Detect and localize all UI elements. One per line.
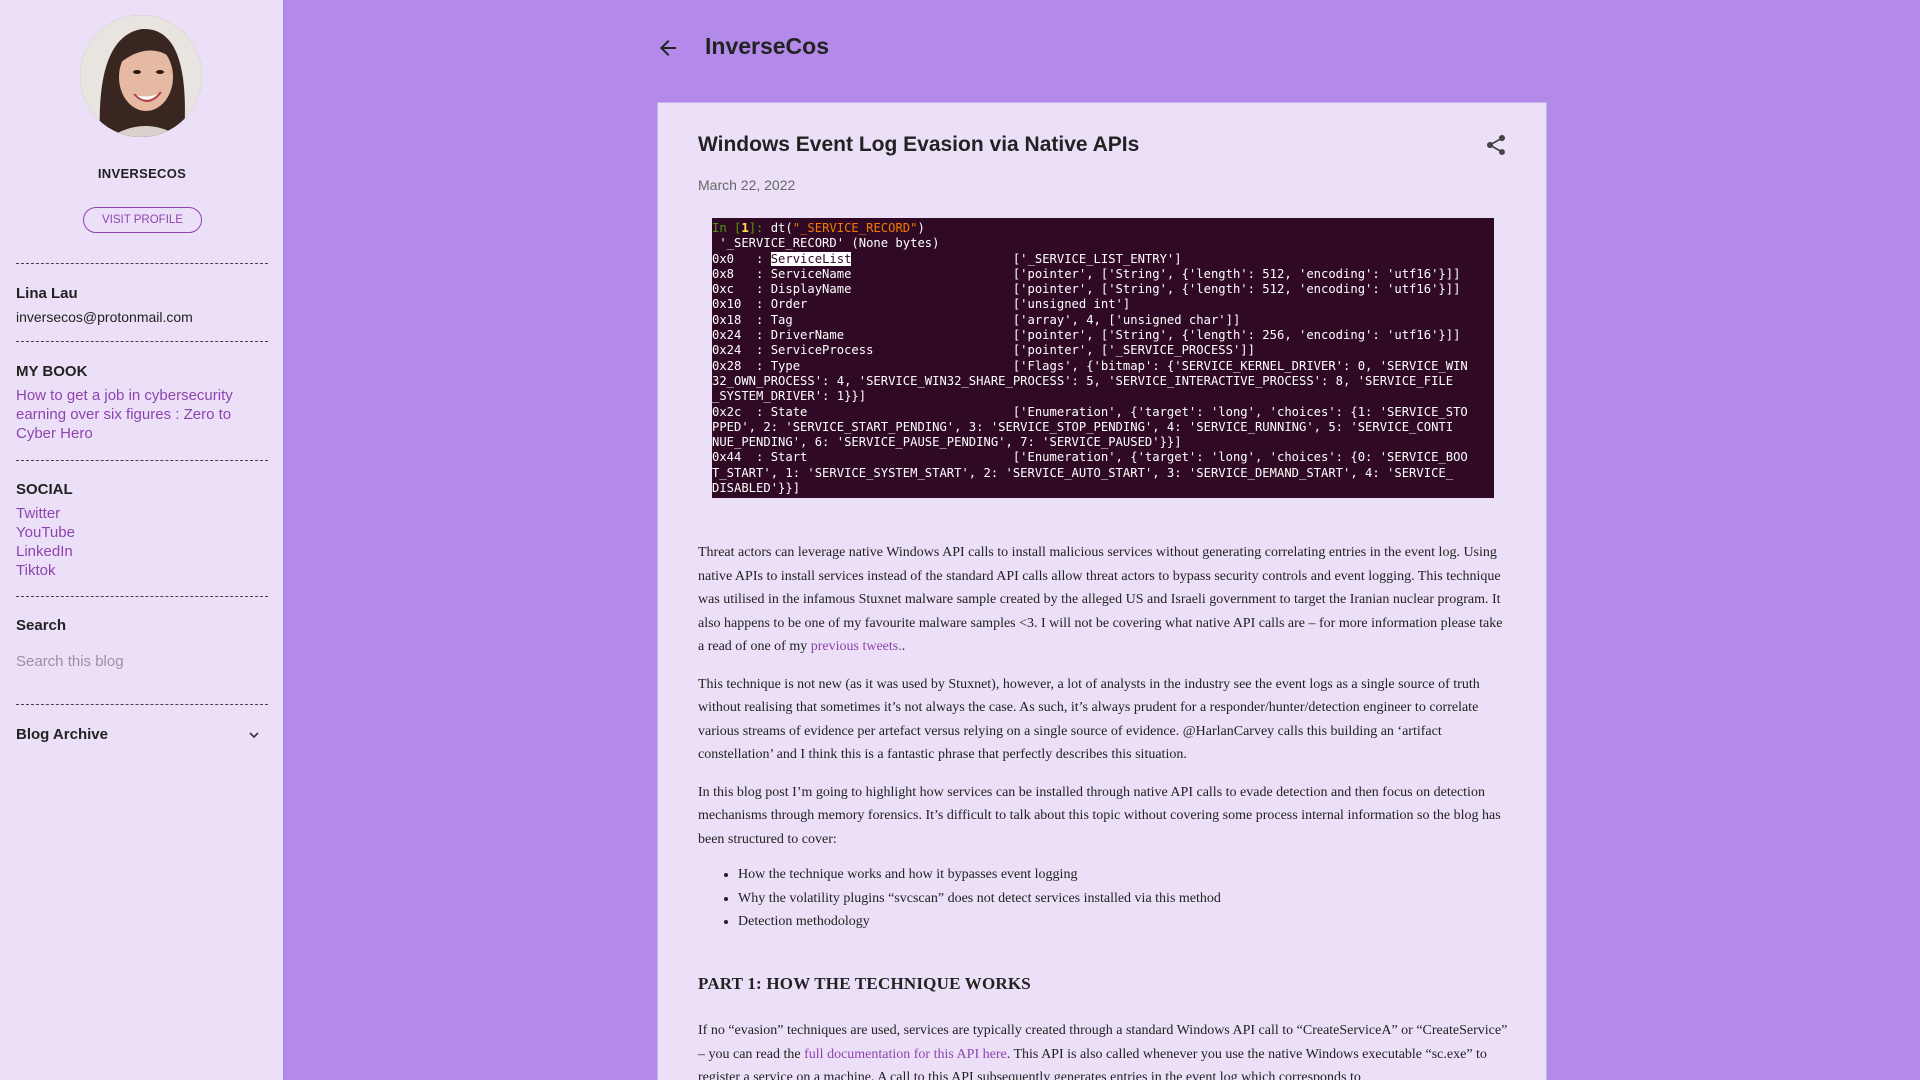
paragraph: This technique is not new (as it was use… <box>698 676 1480 763</box>
command-arg: "_SERVICE_RECORD" <box>792 221 918 235</box>
prompt-in: In [ <box>712 221 742 235</box>
divider <box>16 704 268 705</box>
terminal-line: NUE_PENDING', 6: 'SERVICE_PAUSE_PENDING'… <box>712 435 1182 450</box>
row-prefix: 0x0 : <box>712 251 771 266</box>
book-link[interactable]: How to get a job in cybersecurity earnin… <box>16 386 268 443</box>
post-card: Windows Event Log Evasion via Native API… <box>657 102 1547 1080</box>
post-title: Windows Event Log Evasion via Native API… <box>698 133 1140 156</box>
my-book-section: MY BOOK How to get a job in cybersecurit… <box>16 362 268 443</box>
youtube-link[interactable]: YouTube <box>16 523 268 542</box>
terminal-line: In [1]: dt("_SERVICE_RECORD") <box>712 221 1494 236</box>
terminal-line: DISABLED'}}] <box>712 481 801 496</box>
blog-archive-section[interactable]: Blog Archive <box>16 725 268 745</box>
terminal-line: 0x8 : ServiceName ['pointer', ['String',… <box>712 266 1461 281</box>
paragraph: Threat actors can leverage native Window… <box>698 541 1510 659</box>
terminal-line: 0x24 : ServiceProcess ['pointer', ['_SER… <box>712 343 1255 358</box>
terminal-line: 0x2c : State ['Enumeration', {'target': … <box>712 404 1468 419</box>
terminal-line: T_START', 1: 'SERVICE_SYSTEM_START', 2: … <box>712 465 1454 480</box>
terminal-line: 0x44 : Start ['Enumeration', {'target': … <box>712 450 1468 465</box>
profile-avatar[interactable] <box>80 15 202 137</box>
divider <box>16 263 268 264</box>
tiktok-link[interactable]: Tiktok <box>16 561 268 580</box>
social-section: SOCIAL Twitter YouTube LinkedIn Tiktok <box>16 480 268 580</box>
twitter-link[interactable]: Twitter <box>16 504 268 523</box>
terminal-line: 0x0 : ServiceList ['_SERVICE_LIST_ENTRY'… <box>712 251 1494 267</box>
prompt-close: ]: <box>748 221 771 235</box>
sidebar: INVERSECOS VISIT PROFILE Lina Lau invers… <box>0 0 284 1080</box>
terminal-line: 0x24 : DriverName ['pointer', ['String',… <box>712 328 1461 343</box>
author-email: inversecos@protonmail.com <box>16 309 193 325</box>
social-heading: SOCIAL <box>16 481 73 498</box>
highlighted-field: ServiceList <box>770 251 852 266</box>
profile-name: INVERSECOS <box>97 166 187 181</box>
search-section: Search Search this blog <box>16 616 268 670</box>
divider <box>16 596 268 597</box>
linkedin-link[interactable]: LinkedIn <box>16 542 268 561</box>
terminal-line: 0x28 : Type ['Flags', {'bitmap': {'SERVI… <box>712 358 1468 373</box>
list-item: Why the volatility plugins “svcscan” doe… <box>738 887 1510 911</box>
terminal-line: 0x18 : Tag ['array', 4, ['unsigned char'… <box>712 312 1241 327</box>
list-item: How the technique works and how it bypas… <box>738 863 1510 887</box>
previous-tweets-link[interactable]: previous tweets. <box>811 639 902 654</box>
back-arrow-icon[interactable] <box>656 36 680 60</box>
terminal-line: _SYSTEM_DRIVER': 1}}] <box>712 389 867 404</box>
post-date: March 22, 2022 <box>698 177 796 193</box>
terminal-line: 0x10 : Order ['unsigned int'] <box>712 297 1131 312</box>
paragraph-text: . <box>901 639 906 654</box>
row-value: ['_SERVICE_LIST_ENTRY'] <box>851 251 1182 266</box>
search-heading: Search <box>16 617 67 634</box>
divider <box>16 460 268 461</box>
bullet-list: How the technique works and how it bypas… <box>738 863 1510 934</box>
share-icon[interactable] <box>1484 133 1508 157</box>
post-body: Threat actors can leverage native Window… <box>698 541 1510 1080</box>
prompt-num: 1 <box>741 221 749 235</box>
terminal-line: '_SERVICE_RECORD' (None bytes) <box>712 236 940 251</box>
search-input[interactable]: Search this blog <box>16 653 268 670</box>
terminal-line: PPED', 2: 'SERVICE_START_PENDING', 3: 'S… <box>712 419 1454 434</box>
paragraph: If no “evasion” techniques are used, ser… <box>698 1019 1510 1080</box>
divider <box>16 341 268 342</box>
terminal-screenshot: In [1]: dt("_SERVICE_RECORD") '_SERVICE_… <box>712 218 1494 498</box>
author-name: Lina Lau <box>16 285 78 302</box>
blog-archive-heading[interactable]: Blog Archive <box>16 725 268 745</box>
list-item: Detection methodology <box>738 910 1510 934</box>
paragraph: In this blog post I’m going to highlight… <box>698 784 1501 847</box>
terminal-line: 32_OWN_PROCESS': 4, 'SERVICE_WIN32_SHARE… <box>712 373 1454 388</box>
documentation-link[interactable]: full documentation for this API here <box>804 1047 1007 1062</box>
chevron-down-icon[interactable] <box>246 727 262 743</box>
paragraph-text: Threat actors can leverage native Window… <box>698 545 1503 654</box>
command-pre: dt( <box>770 221 793 235</box>
author-info: Lina Lau inversecos@protonmail.com <box>16 284 268 327</box>
visit-profile-button[interactable]: VISIT PROFILE <box>83 207 202 233</box>
terminal-line: 0xc : DisplayName ['pointer', ['String',… <box>712 282 1461 297</box>
section-heading: PART 1: HOW THE TECHNIQUE WORKS <box>698 973 1031 993</box>
command-post: ) <box>917 221 925 235</box>
my-book-heading: MY BOOK <box>16 363 88 380</box>
blog-title[interactable]: InverseCos <box>705 33 829 60</box>
